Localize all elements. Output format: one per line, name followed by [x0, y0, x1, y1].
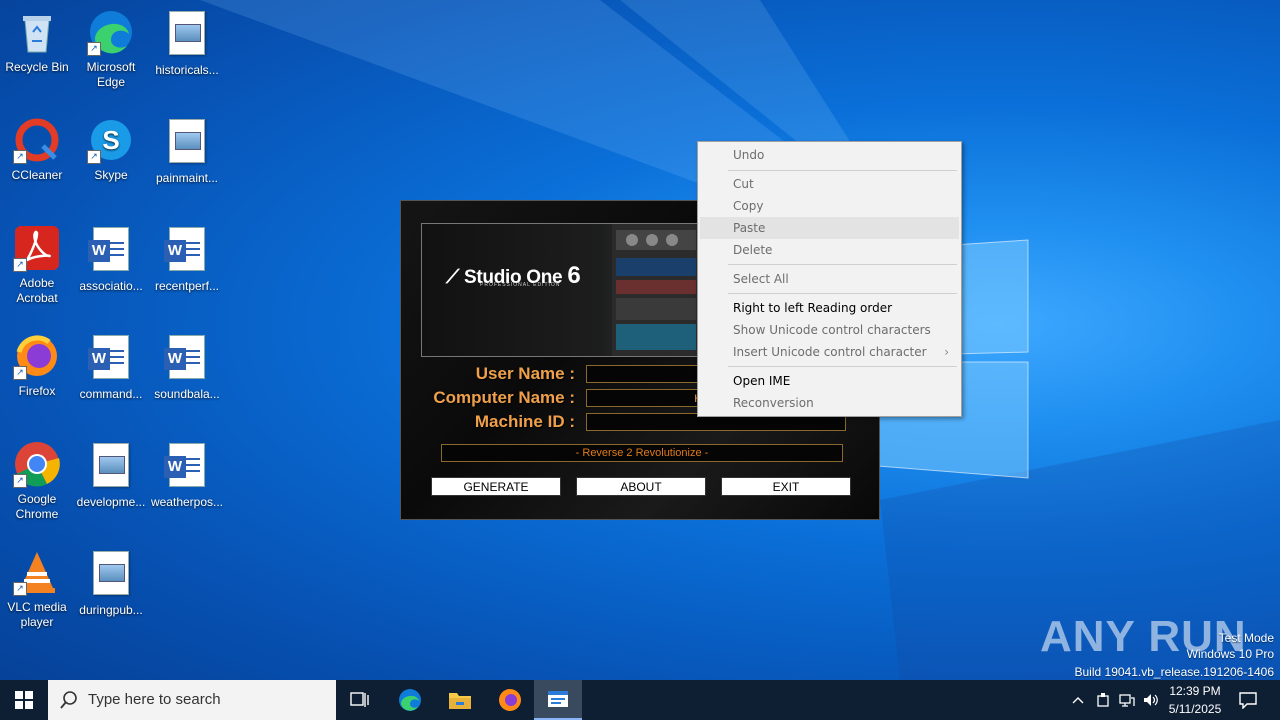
context-menu: Undo Cut Copy Paste Delete Select All Ri… [697, 141, 962, 417]
firefox-icon [499, 689, 521, 711]
shortcut-arrow-icon: ↗ [13, 366, 27, 380]
shortcut-arrow-icon: ↗ [87, 42, 101, 56]
clock-time[interactable]: 12:39 PM [1155, 684, 1235, 698]
ccleaner-icon: ↗ [13, 116, 61, 164]
desktop-icon-vlc[interactable]: ↗ VLC media player [0, 548, 74, 630]
network-icon [1119, 694, 1135, 707]
svg-text:S: S [102, 125, 119, 155]
about-button[interactable]: ABOUT [576, 477, 706, 496]
show-hidden-icons-button[interactable] [1068, 680, 1088, 720]
desktop-icon-skype[interactable]: S ↗ Skype [74, 116, 148, 183]
start-button[interactable] [0, 680, 48, 720]
usb-device-icon [1097, 693, 1109, 707]
build-text: Build 19041.vb_release.191206-1406 [1074, 665, 1275, 679]
word-doc-icon: W [87, 335, 135, 383]
notification-icon [1239, 692, 1257, 709]
taskbar-file-explorer[interactable] [440, 680, 480, 720]
menu-item-rtl-reading-order[interactable]: Right to left Reading order [700, 297, 959, 319]
desktop-icon-soundbala[interactable]: W soundbala... [150, 332, 224, 402]
submenu-arrow-icon: › [944, 345, 949, 359]
banner-subtitle: PROFESSIONAL EDITION [480, 282, 561, 288]
chrome-icon: ↗ [13, 440, 61, 488]
tray-device-icon[interactable] [1092, 680, 1114, 720]
tray-network-icon[interactable] [1116, 680, 1138, 720]
desktop-icon-painmaint[interactable]: painmaint... [150, 116, 224, 186]
desktop-icon-command[interactable]: W command... [74, 332, 148, 402]
search-icon [60, 691, 77, 709]
action-center-button[interactable] [1234, 680, 1262, 720]
task-view-icon [350, 692, 369, 707]
shortcut-arrow-icon: ↗ [87, 150, 101, 164]
slogan-bar: - Reverse 2 Revolutionize - [441, 444, 843, 462]
chevron-up-icon [1072, 697, 1084, 704]
desktop-icon-developme[interactable]: developme... [74, 440, 148, 510]
firefox-icon: ↗ [13, 332, 61, 380]
shortcut-arrow-icon: ↗ [13, 474, 27, 488]
folder-icon [449, 693, 471, 709]
desktop-icon-firefox[interactable]: ↗ Firefox [0, 332, 74, 399]
image-file-icon [163, 11, 211, 59]
taskbar-keygen-app[interactable] [534, 680, 582, 720]
menu-separator [728, 264, 957, 265]
test-mode-text: Test Mode [1218, 631, 1274, 645]
windows-edition-text: Windows 10 Pro [1186, 647, 1274, 661]
menu-item-copy[interactable]: Copy [700, 195, 959, 217]
menu-item-select-all[interactable]: Select All [700, 268, 959, 290]
menu-item-insert-unicode-control[interactable]: Insert Unicode control character › [700, 341, 959, 363]
shortcut-arrow-icon: ↗ [13, 582, 27, 596]
desktop-icon-adobe-acrobat[interactable]: ↗ Adobe Acrobat [0, 224, 74, 306]
menu-item-paste[interactable]: Paste [700, 217, 959, 239]
skype-icon: S ↗ [87, 116, 135, 164]
menu-item-open-ime[interactable]: Open IME [700, 370, 959, 392]
studio-one-bird-icon: ⟋ [446, 267, 460, 288]
menu-separator [728, 366, 957, 367]
exit-button[interactable]: EXIT [721, 477, 851, 496]
desktop-icon-recentperf[interactable]: W recentperf... [150, 224, 224, 294]
menu-item-reconversion[interactable]: Reconversion [700, 392, 959, 414]
desktop-icon-ccleaner[interactable]: ↗ CCleaner [0, 116, 74, 183]
word-doc-icon: W [163, 227, 211, 275]
app-window-icon [548, 691, 568, 707]
menu-item-show-unicode-control[interactable]: Show Unicode control characters [700, 319, 959, 341]
desktop-icon-google-chrome[interactable]: ↗ Google Chrome [0, 440, 74, 522]
user-name-label: User Name : [475, 364, 575, 383]
word-doc-icon: W [87, 227, 135, 275]
desktop-icon-duringpub[interactable]: duringpub... [74, 548, 148, 618]
shortcut-arrow-icon: ↗ [13, 150, 27, 164]
machine-id-label: Machine ID : [474, 412, 575, 431]
word-doc-icon: W [163, 335, 211, 383]
taskbar-firefox[interactable] [490, 680, 530, 720]
image-file-icon [87, 551, 135, 599]
desktop-icon-microsoft-edge[interactable]: ↗ Microsoft Edge [74, 8, 148, 90]
task-view-button[interactable] [340, 680, 380, 720]
menu-item-undo[interactable]: Undo [700, 144, 959, 166]
edge-icon: ↗ [87, 8, 135, 56]
desktop-icon-weatherpos[interactable]: W weatherpos... [150, 440, 224, 510]
shortcut-arrow-icon: ↗ [13, 258, 27, 272]
taskbar-edge[interactable] [390, 680, 430, 720]
generate-button[interactable]: GENERATE [431, 477, 561, 496]
vlc-icon: ↗ [13, 548, 61, 596]
menu-separator [728, 293, 957, 294]
menu-separator [728, 170, 957, 171]
desktop-icon-associatio[interactable]: W associatio... [74, 224, 148, 294]
image-file-icon [163, 119, 211, 167]
acrobat-icon: ↗ [13, 224, 61, 272]
menu-item-delete[interactable]: Delete [700, 239, 959, 261]
taskbar-search-box[interactable]: Type here to search [48, 680, 336, 720]
computer-name-label: Computer Name : [433, 388, 575, 407]
menu-item-cut[interactable]: Cut [700, 173, 959, 195]
word-doc-icon: W [163, 443, 211, 491]
desktop-icon-recycle-bin[interactable]: Recycle Bin [0, 8, 74, 75]
clock-date[interactable]: 5/11/2025 [1155, 702, 1235, 716]
edge-icon [399, 689, 421, 711]
image-file-icon [87, 443, 135, 491]
desktop-icon-historicals[interactable]: historicals... [150, 8, 224, 78]
recycle-bin-icon [13, 8, 61, 56]
windows-logo-icon [15, 691, 33, 709]
taskbar: Type here to search 12:39 PM 5/11/2025 [0, 680, 1280, 720]
